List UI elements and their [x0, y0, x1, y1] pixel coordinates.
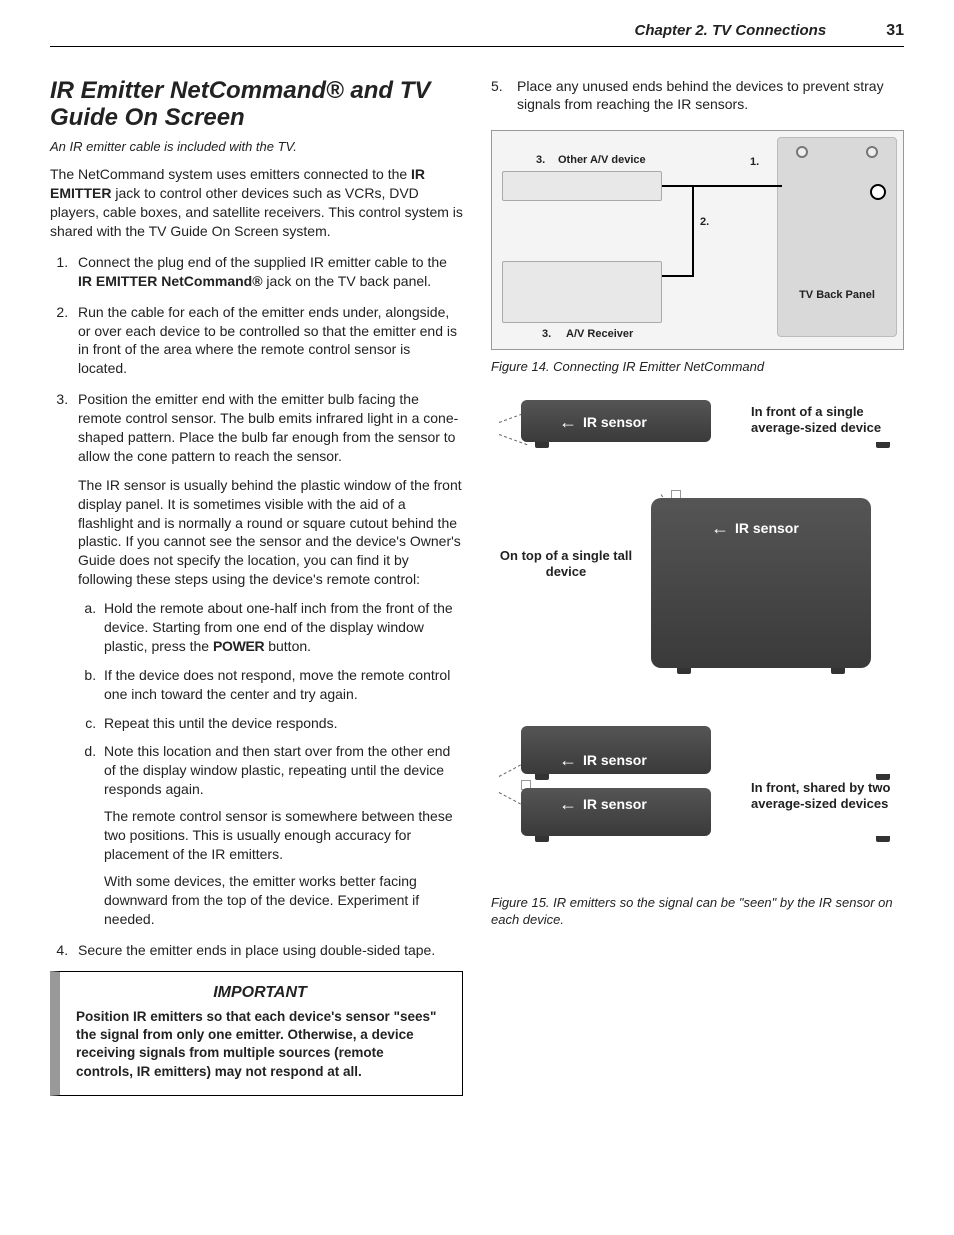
- figure-15: IR sensor In front of a single average-s…: [491, 400, 904, 866]
- intro-paragraph: The NetCommand system uses emitters conn…: [50, 165, 463, 241]
- intro-text-b: jack to control other devices such as VC…: [50, 185, 463, 239]
- tv-back-panel-label: TV Back Panel: [778, 288, 896, 303]
- section-title: IR Emitter NetCommand® and TV Guide On S…: [50, 77, 463, 132]
- figure-14-caption: Figure 14. Connecting IR Emitter NetComm…: [491, 358, 904, 376]
- panel-screw-icon: [796, 146, 808, 158]
- fig15-row-2: IR sensor On top of a single tall device: [491, 498, 904, 698]
- wire-bottom: [662, 275, 694, 277]
- step-3-sublist: Hold the remote about one-half inch from…: [78, 599, 463, 928]
- ir-sensor-label: IR sensor: [711, 516, 799, 540]
- step-3-p2: The IR sensor is usually behind the plas…: [78, 476, 463, 589]
- page-number: 31: [886, 20, 904, 42]
- fig14-num-3a: 3.: [536, 153, 545, 168]
- step-1: Connect the plug end of the supplied IR …: [72, 253, 463, 291]
- figure-14: TV Back Panel Other A/V device 3. A/V Re…: [491, 130, 904, 350]
- step-3-note-2: With some devices, the emitter works bet…: [104, 872, 463, 929]
- ir-emitter-jack-icon: [870, 184, 886, 200]
- steps-list: Connect the plug end of the supplied IR …: [50, 253, 463, 960]
- step-1-b: jack on the TV back panel.: [263, 273, 432, 289]
- intro-text-a: The NetCommand system uses emitters conn…: [50, 166, 411, 182]
- tv-back-panel: TV Back Panel: [777, 137, 897, 337]
- fig15-caption-1: In front of a single average-sized devic…: [751, 404, 901, 437]
- step-3-note-1: The remote control sensor is somewhere b…: [104, 807, 463, 864]
- step-4: Secure the emitter ends in place using d…: [72, 941, 463, 960]
- step-3a-b: button.: [264, 638, 311, 654]
- chapter-title: Chapter 2. TV Connections: [635, 21, 827, 41]
- step-5-number: 5.: [491, 77, 507, 115]
- step-5-text: Place any unused ends behind the devices…: [517, 77, 904, 115]
- step-3-p1: Position the emitter end with the emitte…: [78, 390, 463, 466]
- power-button-text: POWER: [213, 638, 264, 654]
- step-2: Run the cable for each of the emitter en…: [72, 303, 463, 379]
- ir-sensor-label: IR sensor: [559, 792, 647, 816]
- wire-top: [662, 185, 782, 187]
- device-med-top: IR sensor: [521, 726, 711, 774]
- important-box: IMPORTANT Position IR emitters so that e…: [50, 971, 463, 1095]
- fig15-caption-2: On top of a single tall device: [491, 548, 641, 581]
- step-5-row: 5. Place any unused ends behind the devi…: [491, 77, 904, 115]
- important-title: IMPORTANT: [76, 982, 444, 1004]
- device-med-bottom: IR sensor: [521, 788, 711, 836]
- page-header: Chapter 2. TV Connections 31: [50, 20, 904, 47]
- step-3d-text: Note this location and then start over f…: [104, 743, 450, 797]
- ir-sensor-label: IR sensor: [559, 410, 647, 434]
- av-receiver: [502, 261, 662, 323]
- important-body: Position IR emitters so that each device…: [76, 1008, 444, 1081]
- device-tall: IR sensor: [651, 498, 871, 668]
- wire-vert: [692, 185, 694, 275]
- fig15-caption-3: In front, shared by two average-sized de…: [751, 780, 901, 813]
- fig14-num-1: 1.: [750, 155, 759, 170]
- section-subtitle: An IR emitter cable is included with the…: [50, 138, 463, 156]
- other-av-device: [502, 171, 662, 201]
- fig15-row-3: IR sensor IR sensor In front, shared by …: [491, 726, 904, 866]
- other-av-device-label: Other A/V device: [558, 153, 646, 168]
- step-1-bold: IR EMITTER NetCommand®: [78, 273, 263, 289]
- figure-15-caption: Figure 15. IR emitters so the signal can…: [491, 894, 904, 929]
- left-column: IR Emitter NetCommand® and TV Guide On S…: [50, 77, 463, 1096]
- right-column: 5. Place any unused ends behind the devi…: [491, 77, 904, 1096]
- fig14-num-3b: 3.: [542, 327, 551, 342]
- step-3c: Repeat this until the device responds.: [100, 714, 463, 733]
- ir-sensor-label: IR sensor: [559, 748, 647, 772]
- step-1-a: Connect the plug end of the supplied IR …: [78, 254, 447, 270]
- fig15-row-1: IR sensor In front of a single average-s…: [491, 400, 904, 470]
- fig14-num-2: 2.: [700, 215, 709, 230]
- device-small: IR sensor: [521, 400, 711, 442]
- step-3: Position the emitter end with the emitte…: [72, 390, 463, 928]
- step-3a: Hold the remote about one-half inch from…: [100, 599, 463, 656]
- step-3d: Note this location and then start over f…: [100, 742, 463, 928]
- av-receiver-label: A/V Receiver: [566, 327, 633, 342]
- panel-screw-icon: [866, 146, 878, 158]
- step-3b: If the device does not respond, move the…: [100, 666, 463, 704]
